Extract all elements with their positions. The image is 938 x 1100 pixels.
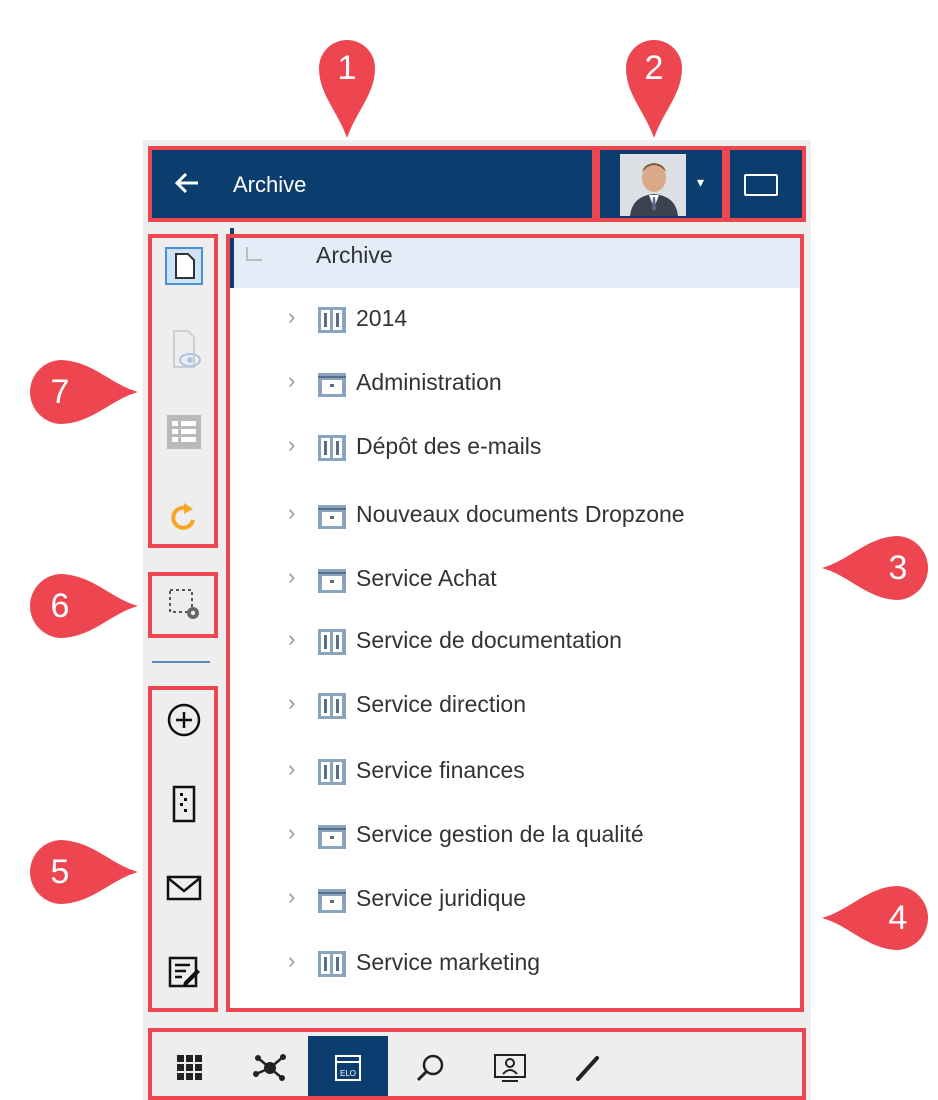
callout-3: 3 — [820, 530, 938, 600]
callout-1: 1 — [315, 10, 379, 138]
annotation-box-panel-toggle — [726, 146, 806, 222]
callout-number: 3 — [888, 549, 908, 587]
annotation-box-6 — [148, 572, 218, 638]
annotation-box-2 — [596, 146, 726, 222]
callout-6: 6 — [16, 568, 140, 638]
callout-number: 1 — [337, 49, 357, 87]
callout-number: 4 — [888, 899, 908, 937]
callout-7: 7 — [16, 354, 140, 424]
callout-number: 7 — [50, 373, 70, 411]
callout-4: 4 — [820, 880, 938, 950]
annotation-box-7 — [148, 234, 218, 548]
callout-number: 2 — [644, 49, 664, 87]
callout-2: 2 — [622, 10, 686, 138]
callout-number: 5 — [50, 853, 70, 891]
annotation-box-3-4 — [226, 234, 804, 1012]
annotation-box-5 — [148, 686, 218, 1012]
annotation-box-bottom-nav — [148, 1028, 806, 1100]
annotation-box-1 — [148, 146, 596, 222]
callout-number: 6 — [50, 587, 70, 625]
toolbar-divider — [152, 661, 210, 663]
callout-5: 5 — [16, 834, 140, 904]
